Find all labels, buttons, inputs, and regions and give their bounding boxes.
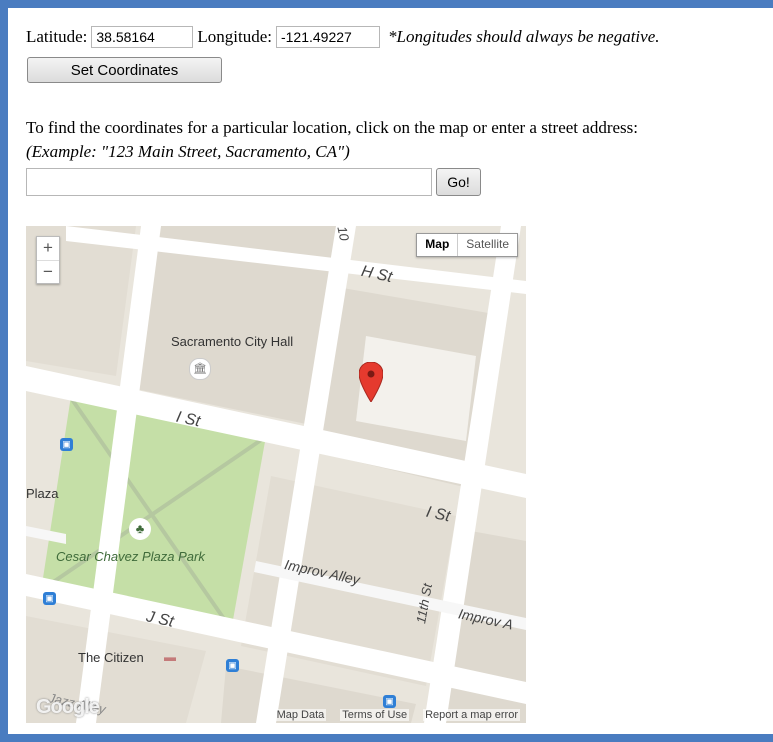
terms-of-use-link[interactable]: Terms of Use [340, 709, 410, 721]
bus-icon: ▣ [226, 659, 239, 672]
poi-label-citizen[interactable]: The Citizen [78, 650, 144, 665]
map-marker-icon[interactable] [359, 362, 383, 402]
poi-label-park[interactable]: Cesar Chavez Plaza Park [56, 549, 205, 564]
coordinate-row: Latitude: Longitude: *Longitudes should al… [26, 26, 660, 49]
go-button[interactable]: Go! [436, 168, 481, 196]
report-map-error-link[interactable]: Report a map error [423, 709, 520, 721]
map-tiles [26, 226, 526, 723]
coordinates-panel: Latitude: Longitude: *Longitudes should al… [8, 8, 773, 734]
bus-icon: ▣ [383, 695, 396, 708]
instructions-text: To find the coordinates for a particular… [26, 118, 638, 137]
minus-icon[interactable]: − [37, 261, 59, 284]
poi-label-plaza: Plaza [26, 486, 59, 501]
bus-icon: ▣ [60, 438, 73, 451]
latitude-input[interactable] [91, 26, 194, 49]
map-view[interactable]: + − Map Satellite H St 10 I St I St J St… [26, 226, 526, 723]
longitude-input[interactable] [275, 26, 380, 49]
longitude-note: *Longitudes should always be negative. [387, 27, 660, 47]
address-input[interactable] [26, 168, 432, 196]
set-coordinates-button[interactable]: Set Coordinates [27, 57, 222, 83]
zoom-control: + − [36, 236, 60, 284]
bus-icon: ▣ [43, 592, 56, 605]
google-logo: Google [36, 696, 100, 718]
map-type-control: Map Satellite [416, 233, 518, 257]
map-type-map-button[interactable]: Map [417, 234, 459, 256]
example-text: (Example: "123 Main Street, Sacramento, … [26, 142, 350, 161]
map-data-link[interactable]: Map Data [274, 709, 327, 721]
map-type-satellite-button[interactable]: Satellite [458, 234, 517, 256]
hotel-icon: ▬ [164, 650, 176, 664]
plus-icon[interactable]: + [37, 237, 59, 261]
longitude-label: Longitude: [197, 27, 272, 47]
map-footer: Map Data Terms of Use Report a map error [274, 709, 520, 721]
latitude-label: Latitude: [26, 27, 88, 47]
museum-icon: 🏛 [189, 358, 211, 380]
poi-label-city-hall[interactable]: Sacramento City Hall [171, 334, 293, 349]
tree-icon: ♣ [129, 518, 151, 540]
